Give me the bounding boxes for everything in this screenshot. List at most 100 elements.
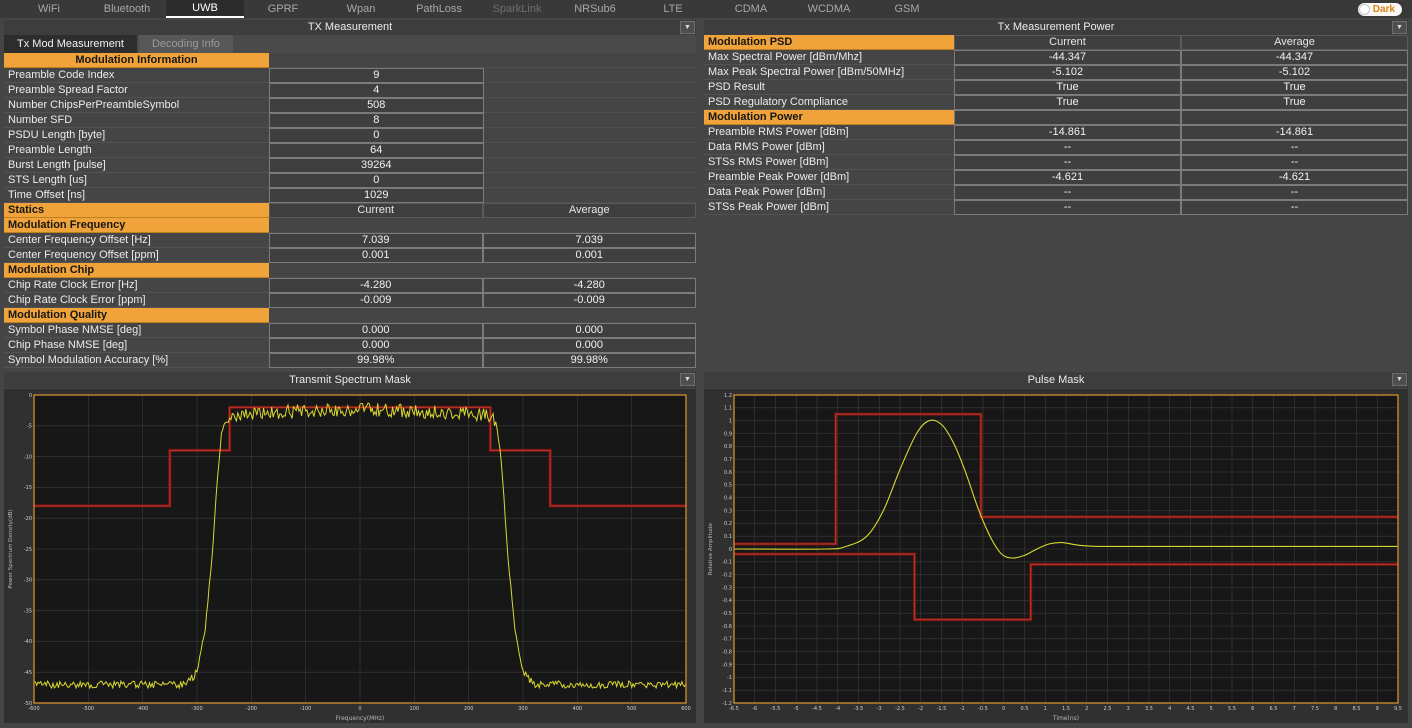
svg-text:0.3: 0.3 — [724, 508, 732, 514]
value-cell: 1029 — [269, 188, 484, 203]
svg-text:-45: -45 — [24, 670, 32, 676]
column-header-current: Current — [269, 203, 483, 218]
tab-tx-mod-measurement[interactable]: Tx Mod Measurement — [4, 35, 137, 53]
table-row: Number ChipsPerPreambleSymbol 508 — [4, 98, 696, 113]
row-label: Symbol Phase NMSE [deg] — [4, 323, 269, 338]
table-row: Time Offset [ns] 1029 — [4, 188, 696, 203]
table-row: Center Frequency Offset [ppm] 0.001 0.001 — [4, 248, 696, 263]
value-cell-current: -44.347 — [954, 50, 1181, 65]
empty-cell — [483, 68, 696, 83]
table-row: Chip Phase NMSE [deg] 0.000 0.000 — [4, 338, 696, 353]
tab-gprf[interactable]: GPRF — [244, 0, 322, 18]
tab-bluetooth[interactable]: Bluetooth — [88, 0, 166, 18]
row-label: Center Frequency Offset [ppm] — [4, 248, 269, 263]
svg-text:-100: -100 — [300, 706, 311, 712]
section-header-row: Modulation Information — [4, 53, 696, 68]
empty-cell — [483, 143, 696, 158]
table-row: Preamble Length 64 — [4, 143, 696, 158]
value-cell-average: 7.039 — [482, 233, 696, 248]
svg-text:200: 200 — [464, 706, 474, 712]
empty-cell — [483, 113, 696, 128]
section-title: Modulation Power — [704, 110, 954, 125]
panel-collapse-button[interactable]: ▼ — [1392, 21, 1407, 34]
table-row: STS Length [us] 0 — [4, 173, 696, 188]
value-cell-average: -0.009 — [482, 293, 696, 308]
tx-measurement-panel: TX Measurement ▼ Tx Mod Measurement Deco… — [4, 20, 696, 368]
tab-uwb[interactable]: UWB — [166, 0, 244, 18]
svg-text:3.5: 3.5 — [1145, 706, 1153, 712]
value-cell-average: 0.000 — [482, 338, 696, 353]
value-cell-current: True — [954, 95, 1181, 110]
svg-text:-5.5: -5.5 — [771, 706, 781, 712]
pulse-mask-chart[interactable]: -6.5 -6 -5.5 -5 -4.5 -4 -3.5 -3 -2.5 -2 -1.5 -1 -0.5… — [704, 389, 1408, 723]
svg-text:6: 6 — [1251, 706, 1254, 712]
row-label: PSD Result — [704, 80, 954, 95]
tab-pathloss[interactable]: PathLoss — [400, 0, 478, 18]
table-row: Preamble RMS Power [dBm] -14.861 -14.861 — [704, 125, 1408, 140]
svg-text:4: 4 — [1168, 706, 1171, 712]
svg-text:-1.1: -1.1 — [722, 688, 732, 694]
svg-text:0.8: 0.8 — [724, 444, 732, 450]
empty-cell — [269, 218, 483, 233]
svg-text:-5: -5 — [27, 424, 32, 430]
chart-collapse-button[interactable]: ▼ — [680, 373, 695, 386]
svg-text:-0.3: -0.3 — [722, 585, 732, 591]
empty-cell — [483, 83, 696, 98]
table-row: PSDU Length [byte] 0 — [4, 128, 696, 143]
transmit-spectrum-mask-chart[interactable]: -600 -500 -400 -300 -200 -100 0 100 200 300 400 500… — [4, 389, 696, 723]
svg-text:-1: -1 — [960, 706, 965, 712]
empty-cell — [1181, 110, 1408, 125]
empty-cell — [954, 110, 1181, 125]
svg-text:-0.7: -0.7 — [722, 637, 732, 643]
panel-collapse-button[interactable]: ▼ — [680, 21, 695, 34]
svg-text:0: 0 — [729, 547, 732, 553]
svg-text:Frequency(MHz): Frequency(MHz) — [336, 715, 385, 722]
tab-wpan[interactable]: Wpan — [322, 0, 400, 18]
row-label: Burst Length [pulse] — [4, 158, 269, 173]
value-cell-average: True — [1181, 80, 1408, 95]
empty-cell — [483, 173, 696, 188]
svg-text:0: 0 — [1002, 706, 1005, 712]
row-label: Preamble Spread Factor — [4, 83, 269, 98]
chevron-down-icon: ▼ — [1396, 24, 1403, 31]
column-header-average: Average — [482, 203, 696, 218]
tab-lte[interactable]: LTE — [634, 0, 712, 18]
svg-text:0.4: 0.4 — [724, 495, 732, 501]
tab-wifi[interactable]: WiFi — [10, 0, 88, 18]
row-label: Preamble Length — [4, 143, 269, 158]
empty-cell — [269, 53, 483, 68]
empty-cell — [483, 98, 696, 113]
tab-nrsub6[interactable]: NRSub6 — [556, 0, 634, 18]
value-cell-average: -14.861 — [1181, 125, 1408, 140]
chart-collapse-button[interactable]: ▼ — [1392, 373, 1407, 386]
svg-text:-10: -10 — [24, 454, 32, 460]
table-row: Number SFD 8 — [4, 113, 696, 128]
value-cell-average: -- — [1181, 140, 1408, 155]
table-row: Symbol Phase NMSE [deg] 0.000 0.000 — [4, 323, 696, 338]
dark-mode-toggle[interactable]: Dark — [1357, 2, 1402, 16]
svg-text:-3.5: -3.5 — [854, 706, 864, 712]
row-label: Center Frequency Offset [Hz] — [4, 233, 269, 248]
svg-text:-5: -5 — [794, 706, 799, 712]
tab-decoding-info[interactable]: Decoding Info — [138, 35, 233, 53]
value-cell-current: 0.000 — [269, 338, 483, 353]
svg-text:1: 1 — [729, 418, 732, 424]
value-cell-average: -- — [1181, 185, 1408, 200]
tab-cdma[interactable]: CDMA — [712, 0, 790, 18]
table-row: STSs RMS Power [dBm] -- -- — [704, 155, 1408, 170]
value-cell-average: -- — [1181, 200, 1408, 215]
table-row: Burst Length [pulse] 39264 — [4, 158, 696, 173]
svg-text:0.1: 0.1 — [724, 534, 732, 540]
value-cell-average: 0.001 — [482, 248, 696, 263]
value-cell-current: -- — [954, 200, 1181, 215]
value-cell-average: -5.102 — [1181, 65, 1408, 80]
svg-text:9.5: 9.5 — [1394, 706, 1402, 712]
tab-gsm[interactable]: GSM — [868, 0, 946, 18]
svg-text:0.9: 0.9 — [724, 431, 732, 437]
svg-text:5: 5 — [1210, 706, 1213, 712]
tab-sparklink[interactable]: SparkLink — [478, 0, 556, 18]
column-header-average: Average — [1181, 35, 1408, 50]
tab-wcdma[interactable]: WCDMA — [790, 0, 868, 18]
value-cell: 8 — [269, 113, 484, 128]
value-cell-average: -4.621 — [1181, 170, 1408, 185]
